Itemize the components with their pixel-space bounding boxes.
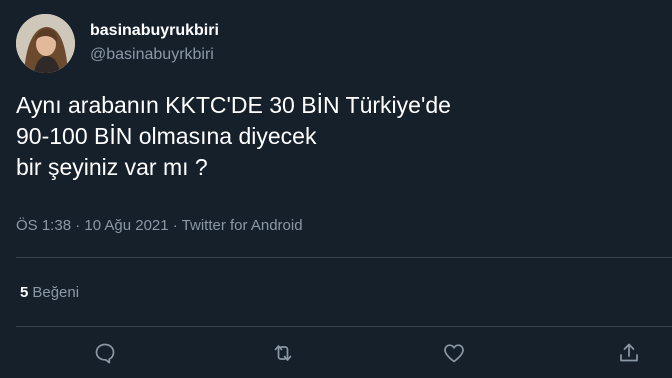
- heart-icon: [444, 344, 464, 363]
- avatar[interactable]: [16, 14, 75, 73]
- retweet-icon: [274, 345, 292, 361]
- tweet-text-line: Aynı arabanın KKTC'DE 30 BİN Türkiye'de: [16, 92, 451, 118]
- tweet-text-line: bir şeyiniz var mı ?: [16, 154, 208, 180]
- user-handle[interactable]: @basinabuyrkbiri: [90, 45, 214, 65]
- share-button[interactable]: [616, 340, 642, 366]
- avatar-image: [16, 14, 75, 73]
- retweet-button[interactable]: [270, 340, 296, 366]
- reply-icon: [95, 343, 115, 364]
- share-icon: [620, 343, 638, 362]
- reply-button[interactable]: [92, 340, 118, 366]
- tweet-card: basinabuyrukbiri @basinabuyrkbiri Aynı a…: [0, 0, 672, 378]
- divider: [16, 326, 672, 327]
- tweet-text-line: 90-100 BİN olmasına diyecek: [16, 123, 317, 149]
- likes-label: Beğeni: [32, 284, 80, 301]
- divider: [16, 257, 672, 258]
- display-name[interactable]: basinabuyrukbiri: [90, 21, 219, 41]
- like-button[interactable]: [441, 340, 467, 366]
- likes-stat[interactable]: 5 Beğeni: [20, 283, 79, 303]
- tweet-timestamp[interactable]: ÖS 1:38 · 10 Ağu 2021 · Twitter for Andr…: [16, 216, 303, 236]
- likes-count: 5: [20, 284, 29, 301]
- tweet-text: Aynı arabanın KKTC'DE 30 BİN Türkiye'de …: [16, 90, 656, 183]
